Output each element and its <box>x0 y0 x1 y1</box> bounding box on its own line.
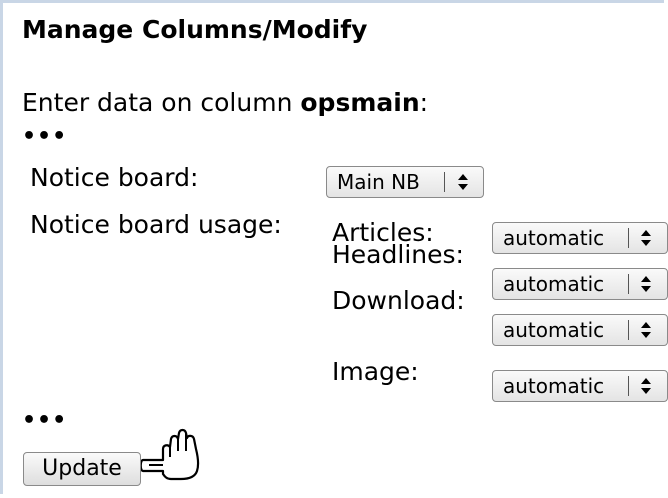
notice-board-value: Main NB <box>337 170 420 194</box>
download-select[interactable]: automatic <box>492 314 668 346</box>
up-down-arrow-icon <box>639 269 653 299</box>
up-down-arrow-icon <box>639 371 653 401</box>
headlines-value: automatic <box>503 272 605 296</box>
download-value: automatic <box>503 318 605 342</box>
select-separator <box>628 274 629 294</box>
select-separator <box>628 376 629 396</box>
select-separator <box>628 320 629 340</box>
ellipsis-bottom: ••• <box>22 408 68 433</box>
intro-prefix: Enter data on column <box>22 88 301 117</box>
image-value: automatic <box>503 374 605 398</box>
page-title: Manage Columns/Modify <box>22 15 368 44</box>
notice-board-select[interactable]: Main NB <box>326 166 484 198</box>
notice-board-label: Notice board: <box>30 163 199 192</box>
articles-select[interactable]: automatic <box>492 222 668 254</box>
usage-label-download: Download: <box>332 286 465 315</box>
ellipsis-top: ••• <box>22 124 68 149</box>
hand-pointer-icon <box>141 428 200 481</box>
intro-text: Enter data on column opsmain: <box>22 88 428 117</box>
notice-board-usage-label: Notice board usage: <box>30 210 282 239</box>
up-down-arrow-icon <box>639 223 653 253</box>
headlines-select[interactable]: automatic <box>492 268 668 300</box>
usage-label-image: Image: <box>332 357 419 386</box>
usage-label-headlines: Headlines: <box>332 240 464 269</box>
up-down-arrow-icon <box>639 315 653 345</box>
intro-suffix: : <box>419 88 429 117</box>
column-name: opsmain <box>300 88 420 117</box>
up-down-arrow-icon <box>456 167 470 197</box>
articles-value: automatic <box>503 226 605 250</box>
select-separator <box>444 172 445 192</box>
update-button[interactable]: Update <box>23 452 141 486</box>
image-select[interactable]: automatic <box>492 370 668 402</box>
select-separator <box>628 228 629 248</box>
